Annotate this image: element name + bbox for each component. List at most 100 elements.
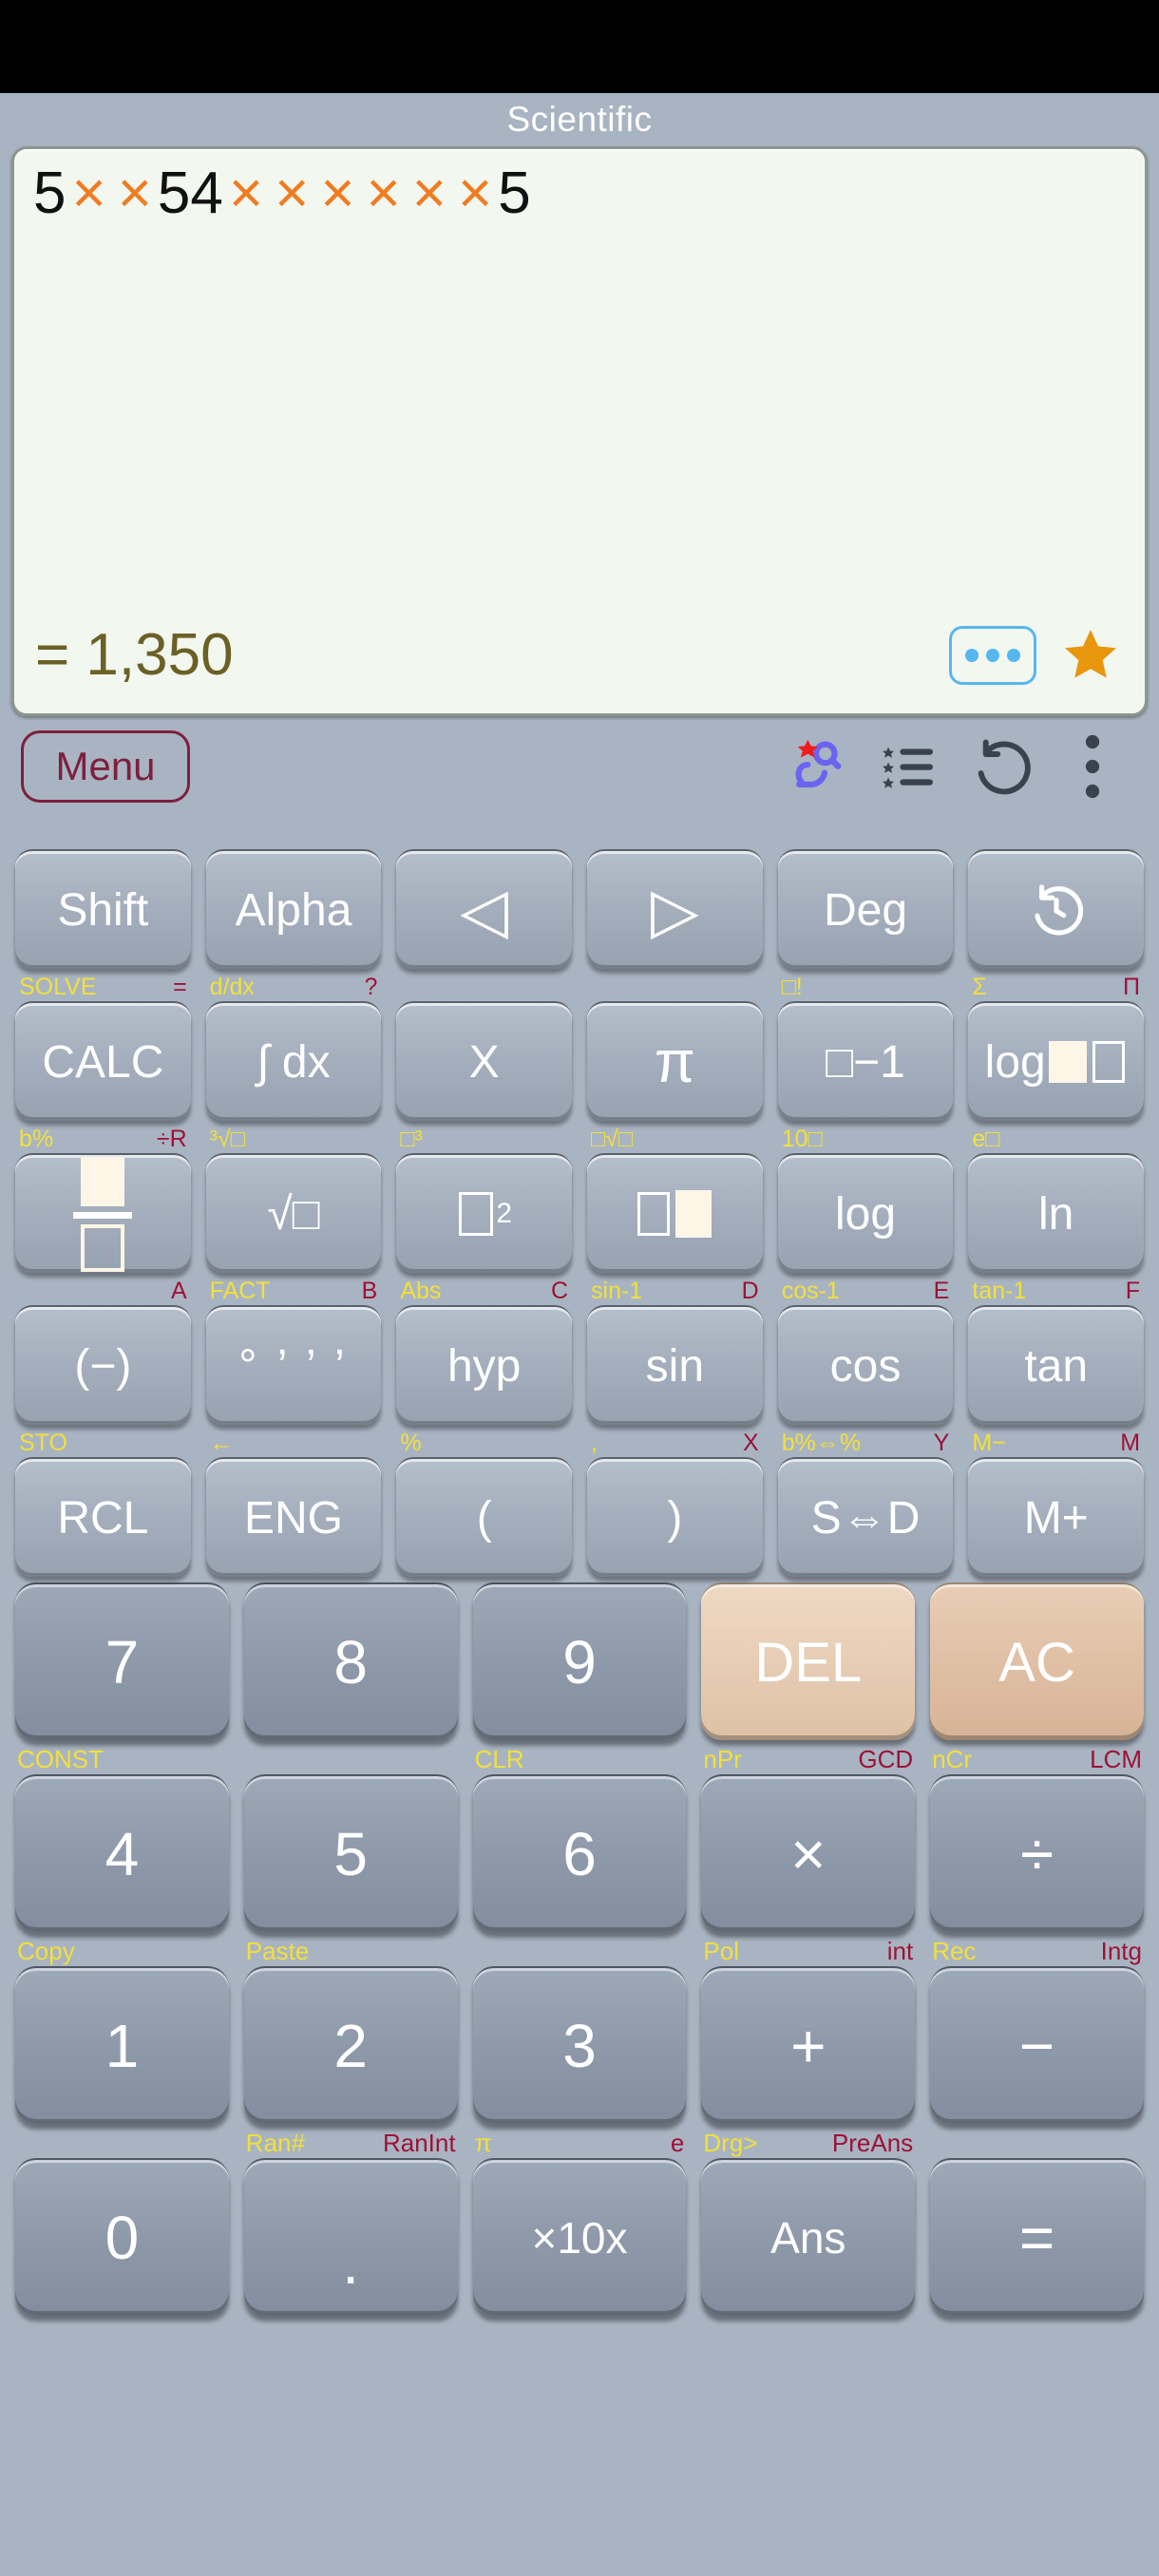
key-hint: Copy. — [15, 1932, 229, 1966]
hint-cell: ³√□. — [199, 1121, 390, 1153]
key-cell: hyp — [389, 1305, 580, 1425]
key-arrow-right[interactable]: ▷ — [587, 849, 763, 969]
num-hint-cell: Pol int — [694, 1932, 922, 1966]
key-cell: √□ — [199, 1153, 390, 1273]
key-ans[interactable]: Ans — [701, 2158, 916, 2316]
num-key-cell: Ans — [694, 2158, 922, 2316]
expression-operator: × — [320, 161, 355, 226]
key-tan[interactable]: tan — [968, 1305, 1145, 1425]
key-log-base[interactable]: log — [968, 1001, 1145, 1121]
key-shift[interactable]: Shift — [15, 849, 191, 969]
key-digit-4[interactable]: 4 — [15, 1774, 229, 1932]
key-digit-1[interactable]: 1 — [15, 1966, 229, 2124]
key-history[interactable] — [968, 849, 1145, 969]
expression-number: 5 — [498, 161, 531, 226]
key-fraction[interactable] — [15, 1153, 191, 1273]
key-hyp[interactable]: hyp — [396, 1305, 573, 1425]
key-label: □−1 — [826, 1036, 905, 1088]
function-row-hints: SOLVE=d/dx?....□!.ΣΠ — [8, 969, 1151, 1001]
key-hint: 10□. — [778, 1121, 954, 1153]
key-integral[interactable]: ∫ dx — [205, 1001, 382, 1121]
hint-cell: %. — [389, 1425, 580, 1457]
key-variable-x[interactable]: X — [396, 1001, 573, 1121]
key-alpha[interactable]: Alpha — [205, 849, 382, 969]
key-minus[interactable]: − — [930, 1966, 1144, 2124]
key-paren-close[interactable]: ) — [587, 1457, 763, 1577]
key-digit-5[interactable]: 5 — [243, 1774, 458, 1932]
key-rcl[interactable]: RCL — [15, 1457, 191, 1577]
calculator-display[interactable]: 5× ×54× × × × × ×5 = 1,350 — [11, 146, 1148, 716]
key-s-to-d[interactable]: S⇔D — [777, 1457, 954, 1577]
key-plus[interactable]: + — [701, 1966, 916, 2124]
key-label: sin — [645, 1340, 705, 1392]
key-sin[interactable]: sin — [587, 1305, 763, 1425]
key-digit-7[interactable]: 7 — [15, 1582, 229, 1740]
hint-cell: FACT B — [199, 1273, 390, 1305]
star-icon[interactable] — [1057, 624, 1124, 687]
key-hint: ,X — [587, 1425, 763, 1457]
key-delete[interactable]: DEL — [701, 1582, 916, 1740]
key-power[interactable] — [587, 1153, 763, 1273]
hint-cell: □³. — [389, 1121, 580, 1153]
key-memory-plus[interactable]: M+ — [968, 1457, 1145, 1577]
key-deg[interactable]: Deg — [777, 849, 954, 969]
key-eng[interactable]: ENG — [205, 1457, 382, 1577]
hint-cell: ΣΠ — [960, 969, 1151, 1001]
more-options-button[interactable] — [949, 625, 1036, 685]
key-digit-9[interactable]: 9 — [472, 1582, 687, 1740]
shift-label: b% — [19, 1126, 54, 1152]
shift-label: % — [400, 1430, 422, 1456]
key-multiply[interactable]: × — [701, 1774, 916, 1932]
key-cos[interactable]: cos — [777, 1305, 954, 1425]
key-square-root[interactable]: √□ — [205, 1153, 382, 1273]
key-all-clear[interactable]: AC — [930, 1582, 1144, 1740]
overflow-menu-icon[interactable] — [1047, 726, 1138, 807]
key-label: 0 — [104, 2204, 140, 2272]
key-degrees-minutes-seconds[interactable]: ° ’ ’ ’ — [205, 1305, 382, 1425]
undo-icon[interactable] — [956, 726, 1047, 807]
key-arrow-left[interactable]: ◁ — [396, 849, 573, 969]
favorites-list-icon[interactable] — [864, 726, 956, 807]
key-label — [635, 1190, 714, 1238]
function-row-hints: .A FACT B Abs Csin-1 Dcos-1 Etan-1 F — [8, 1273, 1151, 1305]
key-negative[interactable]: (−) — [15, 1305, 191, 1425]
num-hint-cell: Paste. — [237, 1932, 466, 1966]
shift-label: nCr — [932, 1745, 973, 1773]
alpha-label: PreAns — [831, 2129, 914, 2157]
alpha-label: F — [1125, 1278, 1141, 1304]
expression-operator: × — [275, 161, 310, 226]
key-square[interactable]: 2 — [396, 1153, 573, 1273]
hint-cell: ←. — [199, 1425, 390, 1457]
hint-cell: .. — [580, 817, 770, 849]
hint-cell: e□. — [960, 1121, 1151, 1153]
key-hint: tan-1 F — [968, 1273, 1144, 1305]
num-hint-cell: Copy. — [8, 1932, 237, 1966]
key-digit-6[interactable]: 6 — [472, 1774, 687, 1932]
key-log[interactable]: log — [777, 1153, 954, 1273]
numeric-keypad: 7 8 9 DEL AC CONST... CLR. nPr GCD nCr LCM 4 5 6 × ÷ Cop… — [0, 1577, 1159, 2316]
search-history-icon[interactable] — [773, 726, 864, 807]
dot-1 — [965, 648, 978, 662]
key-label: √□ — [267, 1188, 320, 1240]
key-hint: .. — [473, 1932, 687, 1966]
key-cell: □−1 — [770, 1001, 961, 1121]
num-key-cell: 8 — [237, 1582, 466, 1740]
key-digit-3[interactable]: 3 — [472, 1966, 687, 2124]
key-digit-8[interactable]: 8 — [243, 1582, 458, 1740]
key-calc[interactable]: CALC — [15, 1001, 191, 1121]
key-divide[interactable]: ÷ — [930, 1774, 1144, 1932]
menu-button[interactable]: Menu — [21, 730, 190, 803]
key-hint: Pol int — [701, 1932, 915, 1966]
key-hint: .. — [587, 969, 763, 1001]
key-digit-2[interactable]: 2 — [243, 1966, 458, 2124]
shift-label: CLR — [474, 1745, 524, 1773]
key-decimal-point[interactable]: . — [243, 2158, 458, 2316]
key-paren-open[interactable]: ( — [396, 1457, 573, 1577]
key-equals[interactable]: = — [930, 2158, 1144, 2316]
key-ln[interactable]: ln — [968, 1153, 1145, 1273]
key-pi[interactable]: π — [587, 1001, 763, 1121]
key-times-ten-power[interactable]: ×10x — [472, 2158, 687, 2316]
key-digit-0[interactable]: 0 — [15, 2158, 229, 2316]
key-reciprocal[interactable]: □−1 — [777, 1001, 954, 1121]
key-cell: ENG — [199, 1457, 390, 1577]
